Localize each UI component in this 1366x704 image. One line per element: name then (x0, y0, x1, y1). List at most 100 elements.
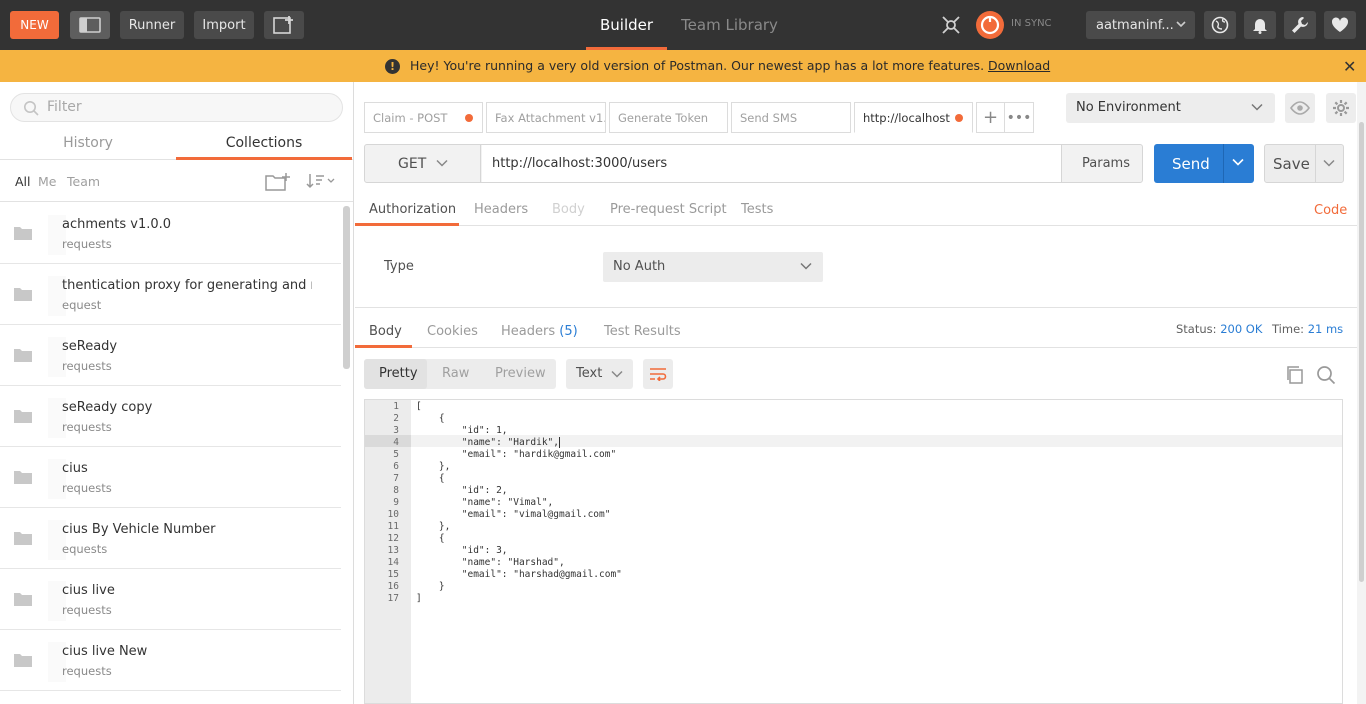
download-link[interactable]: Download (988, 58, 1050, 73)
filter-all[interactable]: All (15, 174, 31, 189)
collection-count: requests (62, 420, 112, 434)
save-button[interactable]: Save (1264, 144, 1344, 183)
auth-type-value: No Auth (613, 259, 666, 274)
filter-input[interactable] (47, 99, 327, 115)
code-line: "id": 3, (416, 545, 508, 556)
tab-builder[interactable]: Builder (586, 0, 668, 50)
sort-icon[interactable] (306, 173, 336, 189)
folder-icon (14, 349, 32, 362)
copy-icon[interactable] (1285, 365, 1305, 385)
tab-collections[interactable]: Collections (176, 127, 352, 160)
status-value: 200 OK (1220, 322, 1263, 336)
request-tab-active[interactable]: http://localhost (854, 102, 973, 133)
tab-authorization[interactable]: Authorization (369, 202, 456, 217)
response-editor[interactable]: 1 2 3 4 5 6 7 8 9 10 11 12 13 14 15 16 1… (364, 399, 1343, 704)
tab-history[interactable]: History (0, 127, 176, 160)
tab-team-library[interactable]: Team Library (667, 0, 792, 50)
wrap-lines-button[interactable] (643, 359, 673, 389)
code-line: { (416, 533, 445, 544)
toggle-sidebar-button[interactable] (70, 11, 110, 39)
auth-type-label: Type (384, 259, 414, 274)
tab-response-body[interactable]: Body (369, 324, 402, 339)
search-icon[interactable] (1316, 365, 1336, 385)
request-tab[interactable]: Fax Attachment v1.0.0 (486, 102, 606, 133)
code-line: "name": "Hardik", (416, 437, 560, 448)
list-item[interactable]: cius requests (0, 447, 341, 508)
tab-response-headers[interactable]: Headers (5) (501, 324, 578, 339)
auth-type-select[interactable]: No Auth (603, 252, 823, 282)
view-raw[interactable]: Raw (442, 366, 469, 381)
params-button[interactable]: Params (1063, 145, 1143, 182)
settings-button[interactable] (1284, 11, 1316, 39)
tab-tests[interactable]: Tests (741, 202, 773, 217)
runner-button[interactable]: Runner (120, 11, 184, 39)
code-link[interactable]: Code (1314, 203, 1347, 218)
sync-status-text: IN SYNC (1011, 18, 1052, 29)
request-tab[interactable]: Claim - POST (364, 102, 483, 133)
add-tab-button[interactable]: + (976, 102, 1005, 133)
new-window-button[interactable] (264, 11, 304, 39)
quick-look-button[interactable] (1285, 93, 1315, 123)
user-menu[interactable]: aatmaninf... (1086, 11, 1195, 39)
more-tabs-button[interactable]: ••• (1005, 102, 1034, 133)
unsaved-dot (465, 114, 473, 122)
list-item[interactable]: seReady copy requests (0, 386, 341, 447)
filter-team[interactable]: Team (67, 174, 100, 189)
banner-message: Hey! You're running a very old version o… (410, 58, 1050, 73)
chevron-down-icon (800, 262, 812, 270)
notifications-button[interactable] (1244, 11, 1276, 39)
close-icon[interactable]: ✕ (1343, 57, 1356, 76)
tab-test-results[interactable]: Test Results (604, 324, 681, 339)
collection-name: seReady copy (62, 400, 153, 415)
line-number: 5 (393, 449, 399, 460)
line-number: 3 (393, 425, 399, 436)
chevron-down-icon[interactable] (1232, 158, 1244, 166)
filter-me[interactable]: Me (38, 174, 56, 189)
sidebar: History Collections All Me Team achments… (0, 82, 354, 704)
new-button[interactable]: NEW (10, 11, 59, 39)
chevron-down-icon[interactable] (1323, 159, 1335, 167)
code-line: { (416, 473, 445, 484)
manage-environments-button[interactable] (1326, 93, 1356, 123)
banner-text: Hey! You're running a very old version o… (410, 58, 985, 73)
headers-count: (5) (559, 324, 578, 339)
collection-count: requests (62, 481, 112, 495)
code-line: "email": "vimal@gmail.com" (416, 509, 611, 520)
new-window-icon (273, 16, 293, 34)
request-tab[interactable]: Generate Token (609, 102, 728, 133)
new-collection-icon[interactable] (265, 172, 291, 192)
list-item[interactable]: seReady requests (0, 325, 341, 386)
send-button[interactable]: Send (1154, 144, 1254, 183)
scrollbar-thumb[interactable] (1359, 122, 1364, 582)
collection-name: thentication proxy for generating and r.… (62, 278, 312, 293)
import-button[interactable]: Import (194, 11, 254, 39)
request-tab-label: Claim - POST (373, 111, 448, 125)
sync-status-button[interactable] (975, 11, 1005, 39)
send-label: Send (1172, 155, 1210, 173)
list-item[interactable]: cius live New requests (0, 630, 341, 691)
environment-select[interactable]: No Environment (1066, 93, 1275, 123)
request-tab[interactable]: Send SMS (731, 102, 851, 133)
list-item[interactable]: cius live requests (0, 569, 341, 630)
sidebar-scrollbar[interactable] (343, 206, 350, 369)
ellipsis-icon: ••• (1006, 109, 1032, 126)
favorites-button[interactable] (1324, 11, 1356, 39)
view-preview[interactable]: Preview (495, 366, 546, 381)
line-number: 13 (387, 545, 399, 556)
globe-button[interactable] (1204, 11, 1236, 39)
tab-pre-request-script[interactable]: Pre-request Script (610, 202, 727, 217)
list-item[interactable]: thentication proxy for generating and r.… (0, 264, 341, 325)
collection-filter-row: All Me Team (0, 162, 353, 202)
interceptor-button[interactable] (936, 11, 966, 39)
list-item[interactable]: cius By Vehicle Number equests (0, 508, 341, 569)
view-pretty[interactable]: Pretty (379, 366, 418, 381)
gear-icon (1333, 100, 1349, 116)
tab-headers[interactable]: Headers (474, 202, 528, 217)
main-scrollbar[interactable] (1357, 82, 1366, 704)
tab-cookies[interactable]: Cookies (427, 324, 478, 339)
code-line: { (416, 413, 445, 424)
list-item[interactable]: achments v1.0.0 requests (0, 203, 341, 264)
format-select[interactable]: Text (566, 359, 633, 389)
method-select[interactable]: GET (365, 145, 481, 182)
url-input[interactable]: http://localhost:3000/users (482, 145, 1062, 182)
